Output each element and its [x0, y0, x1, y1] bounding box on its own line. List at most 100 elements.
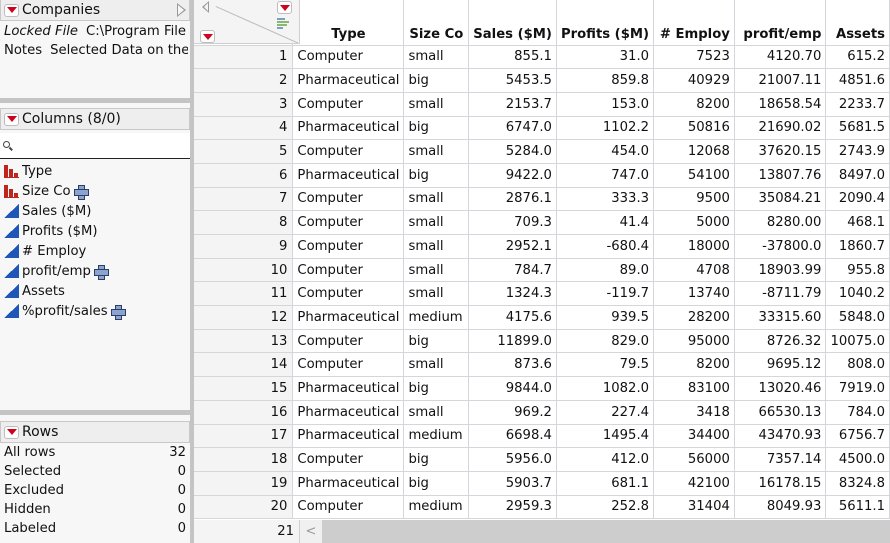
cell[interactable]: 5903.7 [468, 470, 557, 496]
column-item[interactable]: Type [4, 161, 188, 181]
table-row[interactable]: 4 Pharmaceutical big 6747.0 1102.2 50816 21690… [194, 115, 890, 141]
cell[interactable]: -8711.79 [733, 281, 827, 307]
cell[interactable]: Pharmaceutical [292, 423, 405, 449]
cell[interactable]: -37800.0 [733, 234, 827, 259]
table-row[interactable]: 17 Pharmaceutical medium 6698.4 1495.4 34400 4… [194, 423, 890, 449]
cell[interactable]: 40929 [653, 68, 735, 93]
cell[interactable]: big [403, 376, 470, 401]
column-header-sales-m[interactable]: Sales ($M) [468, 0, 557, 46]
cell[interactable]: 4708 [653, 257, 735, 283]
cell[interactable]: 28200 [653, 305, 735, 330]
row-number[interactable]: 9 [194, 234, 294, 259]
cell[interactable]: 153.0 [555, 91, 655, 117]
cell[interactable]: 1102.2 [555, 115, 655, 141]
cell[interactable]: 227.4 [555, 399, 655, 425]
column-item[interactable]: # Employ [4, 241, 188, 261]
row-number[interactable]: 5 [194, 139, 294, 164]
cell[interactable]: 33315.60 [733, 305, 827, 330]
cell[interactable]: 18658.54 [733, 91, 827, 117]
cell[interactable]: 784.0 [825, 399, 890, 425]
formula-icon[interactable] [110, 304, 126, 320]
row-number[interactable]: 7 [194, 186, 294, 212]
cell[interactable]: 939.5 [555, 305, 655, 330]
cell[interactable]: Pharmaceutical [292, 115, 405, 141]
panel-splitter[interactable] [0, 98, 190, 103]
cell[interactable]: 9500 [653, 186, 735, 212]
column-header-profits-m[interactable]: Profits ($M) [555, 0, 655, 46]
cell[interactable]: 468.1 [825, 210, 890, 235]
cell[interactable]: 12068 [653, 139, 735, 164]
cell[interactable]: 37620.15 [733, 139, 827, 164]
cell[interactable]: 784.7 [468, 257, 557, 283]
column-header-employ[interactable]: # Employ [653, 0, 735, 46]
cell[interactable]: 5284.0 [468, 139, 557, 164]
cell[interactable]: 5453.5 [468, 68, 557, 93]
formula-icon[interactable] [93, 264, 109, 280]
horizontal-scrollbar[interactable]: < [300, 520, 890, 543]
row-number[interactable]: 18 [194, 447, 294, 472]
table-row[interactable]: 12 Pharmaceutical medium 4175.6 939.5 28200 33… [194, 305, 890, 330]
cell[interactable]: 5848.0 [825, 305, 890, 330]
cell[interactable]: 13020.46 [733, 376, 827, 401]
row-number[interactable]: 6 [194, 162, 294, 188]
cell[interactable]: small [403, 139, 470, 164]
cell[interactable]: 18000 [653, 234, 735, 259]
row-number[interactable]: 11 [194, 281, 294, 307]
table-row[interactable]: 3 Computer small 2153.7 153.0 8200 18658.54 223… [194, 91, 890, 117]
cell[interactable]: 2153.7 [468, 91, 557, 117]
panel-splitter[interactable] [0, 410, 190, 415]
cell[interactable]: Computer [292, 91, 405, 117]
cell[interactable]: small [403, 281, 470, 307]
table-row[interactable]: 13 Computer big 11899.0 829.0 95000 8726.32 100… [194, 328, 890, 354]
table-row[interactable]: 2 Pharmaceutical big 5453.5 859.8 40929 21007.… [194, 68, 890, 93]
cell[interactable]: 747.0 [555, 162, 655, 188]
cell[interactable]: Computer [292, 447, 405, 472]
columns-menu-dropdown-icon[interactable] [4, 112, 19, 126]
columns-dropdown-icon[interactable] [277, 1, 292, 14]
cell[interactable]: 11899.0 [468, 328, 557, 354]
column-item[interactable]: profit/emp [4, 261, 188, 281]
cell[interactable]: 5611.1 [825, 494, 890, 520]
cell[interactable]: Pharmaceutical [292, 399, 405, 425]
cell[interactable]: 3418 [653, 399, 735, 425]
nominal-modeling-type-icon[interactable] [4, 184, 19, 198]
cell[interactable]: 79.5 [555, 352, 655, 378]
row-number[interactable]: 19 [194, 470, 294, 496]
row-number[interactable]: 8 [194, 210, 294, 235]
cell[interactable]: 1040.2 [825, 281, 890, 307]
table-row[interactable]: 1 Computer small 855.1 31.0 7523 4120.70 615.2 [194, 44, 890, 70]
cell[interactable]: 89.0 [555, 257, 655, 283]
cell[interactable]: medium [403, 494, 470, 520]
cell[interactable]: 95000 [653, 328, 735, 354]
table-row[interactable]: 14 Computer small 873.6 79.5 8200 9695.12 808.0 [194, 352, 890, 378]
cell[interactable]: 454.0 [555, 139, 655, 164]
cell[interactable]: big [403, 162, 470, 188]
cell[interactable]: 7523 [653, 44, 735, 70]
cell[interactable]: 21690.02 [733, 115, 827, 141]
cell[interactable]: 808.0 [825, 352, 890, 378]
cell[interactable]: Pharmaceutical [292, 305, 405, 330]
table-row[interactable]: 20 Computer medium 2959.3 252.8 31404 8049.93 5… [194, 494, 890, 520]
row-number[interactable]: 16 [194, 399, 294, 425]
cell[interactable]: 2743.9 [825, 139, 890, 164]
cell[interactable]: small [403, 210, 470, 235]
cell[interactable]: 5681.5 [825, 115, 890, 141]
table-menu-dropdown-icon[interactable] [4, 3, 19, 17]
row-number[interactable]: 17 [194, 423, 294, 449]
cell[interactable]: 21007.11 [733, 68, 827, 93]
row-number[interactable]: 4 [194, 115, 294, 141]
row-number[interactable]: 1 [194, 44, 294, 70]
cell[interactable]: 4175.6 [468, 305, 557, 330]
cell[interactable]: Pharmaceutical [292, 376, 405, 401]
column-item[interactable]: %profit/sales [4, 301, 188, 321]
cell[interactable]: big [403, 447, 470, 472]
table-row[interactable]: 16 Pharmaceutical small 969.2 227.4 3418 66530… [194, 399, 890, 425]
cell[interactable]: small [403, 44, 470, 70]
column-item[interactable]: Size Co [4, 181, 188, 201]
continuous-modeling-type-icon[interactable] [4, 224, 19, 238]
cell[interactable]: 35084.21 [733, 186, 827, 212]
table-row[interactable]: 19 Pharmaceutical big 5903.7 681.1 42100 16178… [194, 470, 890, 496]
column-search-input[interactable] [0, 133, 190, 159]
cell[interactable]: 43470.93 [733, 423, 827, 449]
cell[interactable]: 66530.13 [733, 399, 827, 425]
